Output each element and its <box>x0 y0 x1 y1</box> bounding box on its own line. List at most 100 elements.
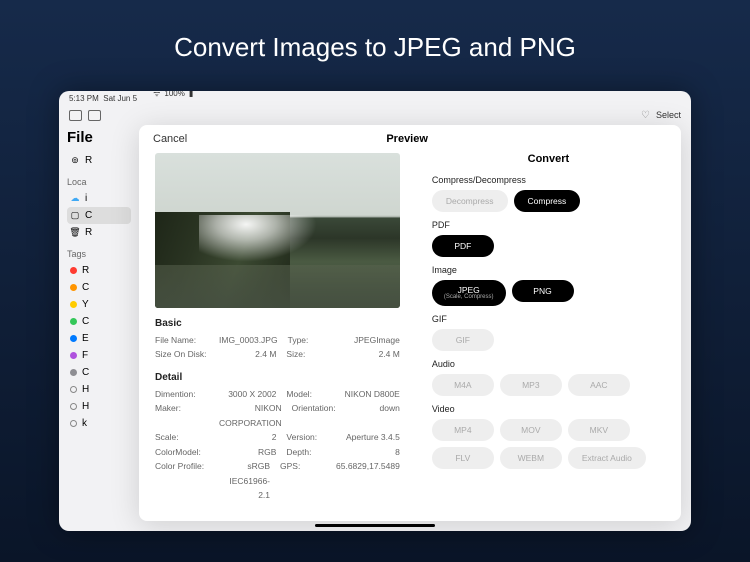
info-key: GPS: <box>280 459 336 502</box>
mov-button: MOV <box>500 419 562 441</box>
trash-icon: 🗑 <box>70 228 80 238</box>
basic-header: Basic <box>155 318 400 329</box>
tag-row[interactable]: H <box>67 381 131 398</box>
tag-row[interactable]: C <box>67 279 131 296</box>
heart-icon[interactable]: ♡ <box>641 110 650 121</box>
info-key: Type: <box>288 333 344 347</box>
tag-row[interactable]: H <box>67 398 131 415</box>
info-key: Color Profile: <box>155 459 219 502</box>
cloud-icon: ☁ <box>70 194 80 204</box>
aac-button: AAC <box>568 374 630 396</box>
info-key: Size On Disk: <box>155 347 219 361</box>
info-row: File Name:IMG_0003.JPGType:JPEGImage <box>155 333 400 347</box>
layout-icon[interactable] <box>88 110 101 121</box>
convert-title: Convert <box>432 153 665 165</box>
battery-icon: ▮ <box>189 91 193 98</box>
group-compress: Compress/Decompress <box>432 175 665 185</box>
info-key: ColorModel: <box>155 445 219 459</box>
clock-icon: ⊚ <box>70 156 80 166</box>
info-val: JPEGImage <box>344 333 400 347</box>
sidebar-row[interactable]: ☁i <box>67 190 131 207</box>
detail-header: Detail <box>155 372 400 383</box>
compress-button[interactable]: Compress <box>514 190 581 212</box>
tags-header: Tags <box>67 249 131 259</box>
status-date: Sat Jun 5 <box>103 94 137 103</box>
tag-dot <box>70 267 77 274</box>
info-val: IMG_0003.JPG <box>219 333 288 347</box>
sidebar-row[interactable]: ⊚R <box>67 152 131 169</box>
info-key: Size: <box>286 347 342 361</box>
info-row: Size On Disk:2.4 MSize:2.4 M <box>155 347 400 361</box>
tag-row[interactable]: C <box>67 364 131 381</box>
modal-title: Preview <box>187 133 627 145</box>
tag-dot <box>70 284 77 291</box>
info-key: Maker: <box>155 401 219 430</box>
tag-dot <box>70 369 77 376</box>
info-val: Aperture 3.4.5 <box>342 430 399 444</box>
tag-row[interactable]: k <box>67 415 131 432</box>
tag-dot <box>70 335 77 342</box>
image-preview <box>155 153 400 308</box>
info-val: down <box>348 401 400 430</box>
preview-modal: Cancel Preview Basic File Name:IMG_0003.… <box>139 125 681 521</box>
info-val: 3000 X 2002 <box>219 387 286 401</box>
tag-dot <box>70 301 77 308</box>
tag-row[interactable]: R <box>67 262 131 279</box>
pdf-button[interactable]: PDF <box>432 235 494 257</box>
tag-row[interactable]: E <box>67 330 131 347</box>
info-key: Dimention: <box>155 387 219 401</box>
wifi-icon: ᯤ <box>153 91 160 99</box>
tag-dot <box>70 318 77 325</box>
tag-dot <box>70 352 77 359</box>
status-time: 5:13 PM <box>69 94 99 103</box>
mp4-button: MP4 <box>432 419 494 441</box>
group-image: Image <box>432 265 665 275</box>
jpeg-button[interactable]: JPEG (Scale, Compress) <box>432 280 506 306</box>
info-key: File Name: <box>155 333 219 347</box>
tag-dot <box>70 420 77 427</box>
battery-pct: 100% <box>164 91 184 98</box>
mkv-button: MKV <box>568 419 630 441</box>
info-row: ColorModel:RGBDepth:8 <box>155 445 400 459</box>
group-gif: GIF <box>432 314 665 324</box>
info-key: Model: <box>286 387 342 401</box>
info-val: sRGB IEC61966-2.1 <box>219 459 280 502</box>
m4a-button: M4A <box>432 374 494 396</box>
extract-audio-button: Extract Audio <box>568 447 646 469</box>
tag-row[interactable]: Y <box>67 296 131 313</box>
locations-header: Loca <box>67 177 131 187</box>
info-key: Version: <box>286 430 342 444</box>
group-video: Video <box>432 404 665 414</box>
device-icon: ▢ <box>70 211 80 221</box>
info-val: 2 <box>219 430 286 444</box>
info-key: Orientation: <box>292 401 348 430</box>
sidebar: File ⊚R Loca ☁i ▢C 🗑R Tags R C Y C E F C… <box>59 125 139 436</box>
sidebar-title: File <box>67 129 131 146</box>
tag-row[interactable]: F <box>67 347 131 364</box>
png-button[interactable]: PNG <box>512 280 574 302</box>
sidebar-row[interactable]: 🗑R <box>67 224 131 241</box>
info-row: Maker:NIKON CORPORATIONOrientation:down <box>155 401 400 430</box>
flv-button: FLV <box>432 447 494 469</box>
cancel-button[interactable]: Cancel <box>153 133 187 145</box>
info-key: Scale: <box>155 430 219 444</box>
hero-title: Convert Images to JPEG and PNG <box>0 0 750 91</box>
status-bar: 5:13 PM Sat Jun 5 ᯤ 100% ▮ <box>59 91 691 105</box>
tag-row[interactable]: C <box>67 313 131 330</box>
home-indicator <box>315 524 435 527</box>
sidebar-row[interactable]: ▢C <box>67 207 131 224</box>
select-button[interactable]: Select <box>656 110 681 120</box>
group-audio: Audio <box>432 359 665 369</box>
info-row: Dimention:3000 X 2002Model:NIKON D800E <box>155 387 400 401</box>
info-key: Depth: <box>286 445 342 459</box>
mp3-button: MP3 <box>500 374 562 396</box>
info-val: 8 <box>342 445 399 459</box>
gif-button: GIF <box>432 329 494 351</box>
convert-pane: Convert Compress/Decompress Decompress C… <box>416 153 681 521</box>
tag-dot <box>70 386 77 393</box>
tag-dot <box>70 403 77 410</box>
sidebar-toggle-icon[interactable] <box>69 110 82 121</box>
tablet-frame: 5:13 PM Sat Jun 5 ᯤ 100% ▮ ♡ Select File… <box>59 91 691 531</box>
info-row: Scale:2Version:Aperture 3.4.5 <box>155 430 400 444</box>
info-val: NIKON CORPORATION <box>219 401 292 430</box>
